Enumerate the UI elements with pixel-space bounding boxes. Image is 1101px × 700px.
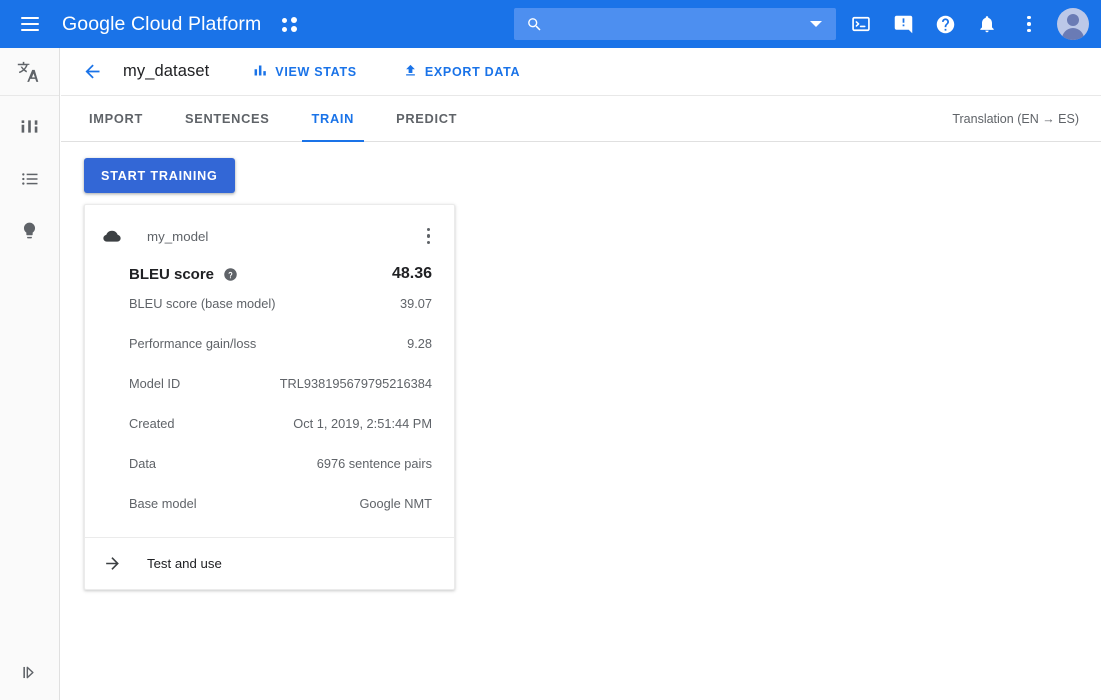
tab-bar: IMPORT SENTENCES TRAIN PREDICT Translati… <box>61 96 1101 142</box>
left-sidebar-rail <box>0 48 60 700</box>
arrow-right-icon <box>103 554 125 573</box>
brand-title[interactable]: Google Cloud Platform <box>62 13 261 36</box>
table-row: Data 6976 sentence pairs <box>103 443 436 483</box>
sidebar-item-datasets[interactable] <box>10 166 50 196</box>
bleu-score-label: BLEU score <box>129 266 214 283</box>
row-key: Data <box>129 456 156 471</box>
table-row: BLEU score (base model) 39.07 <box>103 283 436 323</box>
model-name: my_model <box>147 229 208 244</box>
search-icon <box>526 16 543 33</box>
hamburger-menu-icon[interactable] <box>6 0 54 48</box>
row-value: TRL938195679795216384 <box>280 376 432 391</box>
translation-direction-label: Translation (EN → ES) <box>952 112 1079 126</box>
more-options-icon[interactable] <box>1009 4 1049 44</box>
notifications-icon[interactable] <box>967 4 1007 44</box>
tab-sentences[interactable]: SENTENCES <box>175 96 280 141</box>
bleu-score-value: 48.36 <box>392 265 432 283</box>
tab-train[interactable]: TRAIN <box>302 96 365 141</box>
dashboard-icon <box>19 116 40 142</box>
table-row: Model ID TRL938195679795216384 <box>103 363 436 403</box>
row-key: Base model <box>129 496 197 511</box>
search-input[interactable] <box>553 17 810 32</box>
row-key: BLEU score (base model) <box>129 296 276 311</box>
sidebar-items <box>0 96 59 248</box>
start-training-button[interactable]: START TRAINING <box>84 158 235 193</box>
view-stats-label: VIEW STATS <box>275 65 357 79</box>
model-card: my_model BLEU score 48.36 BLEU score (ba… <box>84 204 455 590</box>
page-title: my_dataset <box>123 62 209 81</box>
row-value: 6976 sentence pairs <box>317 456 432 471</box>
view-stats-button[interactable]: VIEW STATS <box>253 63 357 81</box>
tab-import[interactable]: IMPORT <box>79 96 153 141</box>
row-key: Performance gain/loss <box>129 336 256 351</box>
table-row: Performance gain/loss 9.28 <box>103 323 436 363</box>
row-key: Created <box>129 416 175 431</box>
row-key: Model ID <box>129 376 180 391</box>
back-arrow-icon[interactable] <box>79 59 105 85</box>
project-selector-icon[interactable] <box>279 11 305 37</box>
test-and-use-button[interactable]: Test and use <box>85 537 454 589</box>
bar-chart-icon <box>253 63 268 81</box>
model-options-icon[interactable] <box>421 224 437 249</box>
datasets-list-icon <box>20 169 40 194</box>
search-box[interactable] <box>514 8 836 40</box>
header-icon-group <box>841 0 1093 48</box>
search-dropdown-icon[interactable] <box>810 21 822 27</box>
help-icon[interactable] <box>925 4 965 44</box>
row-value: Google NMT <box>359 496 432 511</box>
cloud-shell-icon[interactable] <box>841 4 881 44</box>
lightbulb-icon <box>20 221 39 245</box>
row-value: 39.07 <box>400 296 432 311</box>
table-row: Created Oct 1, 2019, 2:51:44 PM <box>103 403 436 443</box>
top-header-bar: Google Cloud Platform <box>0 0 1101 48</box>
page-header-bar: my_dataset VIEW STATS EXPORT DATA <box>61 48 1101 96</box>
avatar[interactable] <box>1057 8 1089 40</box>
sidebar-item-get-started[interactable] <box>10 218 50 248</box>
row-value: Oct 1, 2019, 2:51:44 PM <box>293 416 432 431</box>
table-row: Base model Google NMT <box>103 483 436 523</box>
model-card-body: my_model BLEU score 48.36 BLEU score (ba… <box>85 205 454 537</box>
bleu-score-row: BLEU score 48.36 <box>103 265 436 283</box>
tab-predict[interactable]: PREDICT <box>386 96 467 141</box>
export-data-button[interactable]: EXPORT DATA <box>403 63 520 81</box>
translation-product-icon[interactable] <box>0 48 59 96</box>
model-card-header: my_model <box>103 221 436 251</box>
feedback-icon[interactable] <box>883 4 923 44</box>
sidebar-item-dashboard[interactable] <box>10 114 50 144</box>
model-cloud-icon <box>103 227 125 245</box>
test-and-use-label: Test and use <box>147 556 222 571</box>
help-circle-icon[interactable] <box>223 267 238 282</box>
main-content: my_dataset VIEW STATS EXPORT DATA IMPORT… <box>61 48 1101 700</box>
upload-icon <box>403 63 418 81</box>
row-value: 9.28 <box>407 336 432 351</box>
export-data-label: EXPORT DATA <box>425 65 520 79</box>
expand-panel-icon[interactable] <box>0 663 60 682</box>
